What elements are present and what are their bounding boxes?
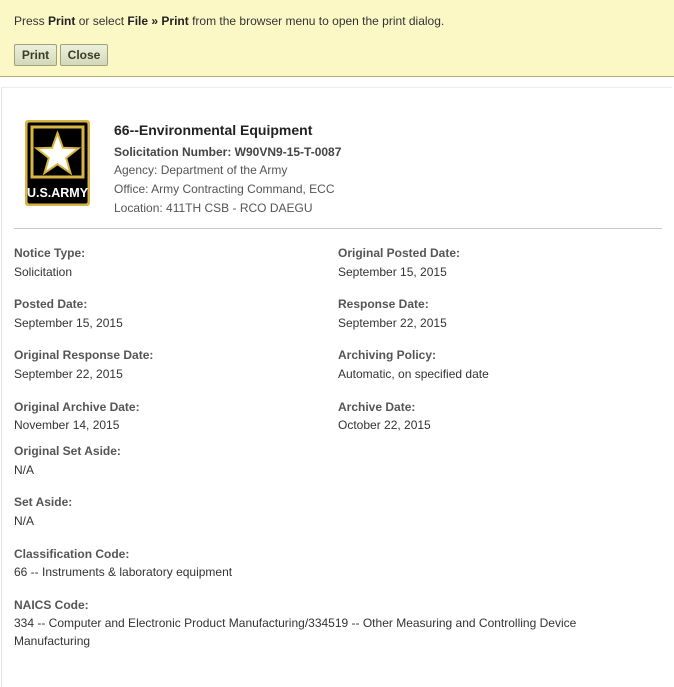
archiving-policy-label: Archiving Policy: xyxy=(338,348,437,362)
archiving-policy-value: Automatic, on specified date xyxy=(338,367,489,381)
print-banner: Press Print or select File » Print from … xyxy=(0,0,674,77)
army-logo: U.S.ARMY xyxy=(25,120,90,206)
original-posted-date-value: September 15, 2015 xyxy=(338,265,447,279)
response-date-label: Response Date: xyxy=(338,297,429,311)
posted-date-value: September 15, 2015 xyxy=(14,316,123,330)
logo-text: U.S.ARMY xyxy=(27,186,89,200)
location: Location: 411TH CSB - RCO DAEGU xyxy=(114,201,313,215)
set-aside-label: Set Aside: xyxy=(14,495,73,509)
solicitation-number: Solicitation Number: W90VN9-15-T-0087 xyxy=(114,145,342,159)
original-set-aside-value: N/A xyxy=(14,463,35,477)
original-set-aside-label: Original Set Aside: xyxy=(14,444,121,458)
notice-title: 66--Environmental Equipment xyxy=(114,122,313,138)
archive-date-value: October 22, 2015 xyxy=(338,418,431,432)
original-posted-date-label: Original Posted Date: xyxy=(338,246,461,260)
naics-code-label: NAICS Code: xyxy=(14,598,89,612)
response-date-value: September 22, 2015 xyxy=(338,316,447,330)
notice-type-label: Notice Type: xyxy=(14,246,86,260)
original-response-date-label: Original Response Date: xyxy=(14,348,154,362)
agency: Agency: Department of the Army xyxy=(114,163,288,177)
classification-code-value: 66 -- Instruments & laboratory equipment xyxy=(14,565,233,579)
set-aside-value: N/A xyxy=(14,514,35,528)
army-star-icon: U.S.ARMY xyxy=(25,120,90,206)
naics-code-value: 334 -- Computer and Electronic Product M… xyxy=(14,616,577,648)
posted-date-label: Posted Date: xyxy=(14,297,88,311)
divider xyxy=(14,228,662,229)
close-button[interactable]: Close xyxy=(60,44,108,66)
print-instructions: Press Print or select File » Print from … xyxy=(14,14,445,28)
notice-card xyxy=(1,87,672,687)
classification-code-label: Classification Code: xyxy=(14,547,130,561)
archive-date-label: Archive Date: xyxy=(338,400,416,414)
original-archive-date-label: Original Archive Date: xyxy=(14,400,140,414)
office: Office: Army Contracting Command, ECC xyxy=(114,182,335,196)
original-response-date-value: September 22, 2015 xyxy=(14,367,123,381)
original-archive-date-value: November 14, 2015 xyxy=(14,418,120,432)
print-button[interactable]: Print xyxy=(14,44,57,66)
notice-type-value: Solicitation xyxy=(14,265,73,279)
